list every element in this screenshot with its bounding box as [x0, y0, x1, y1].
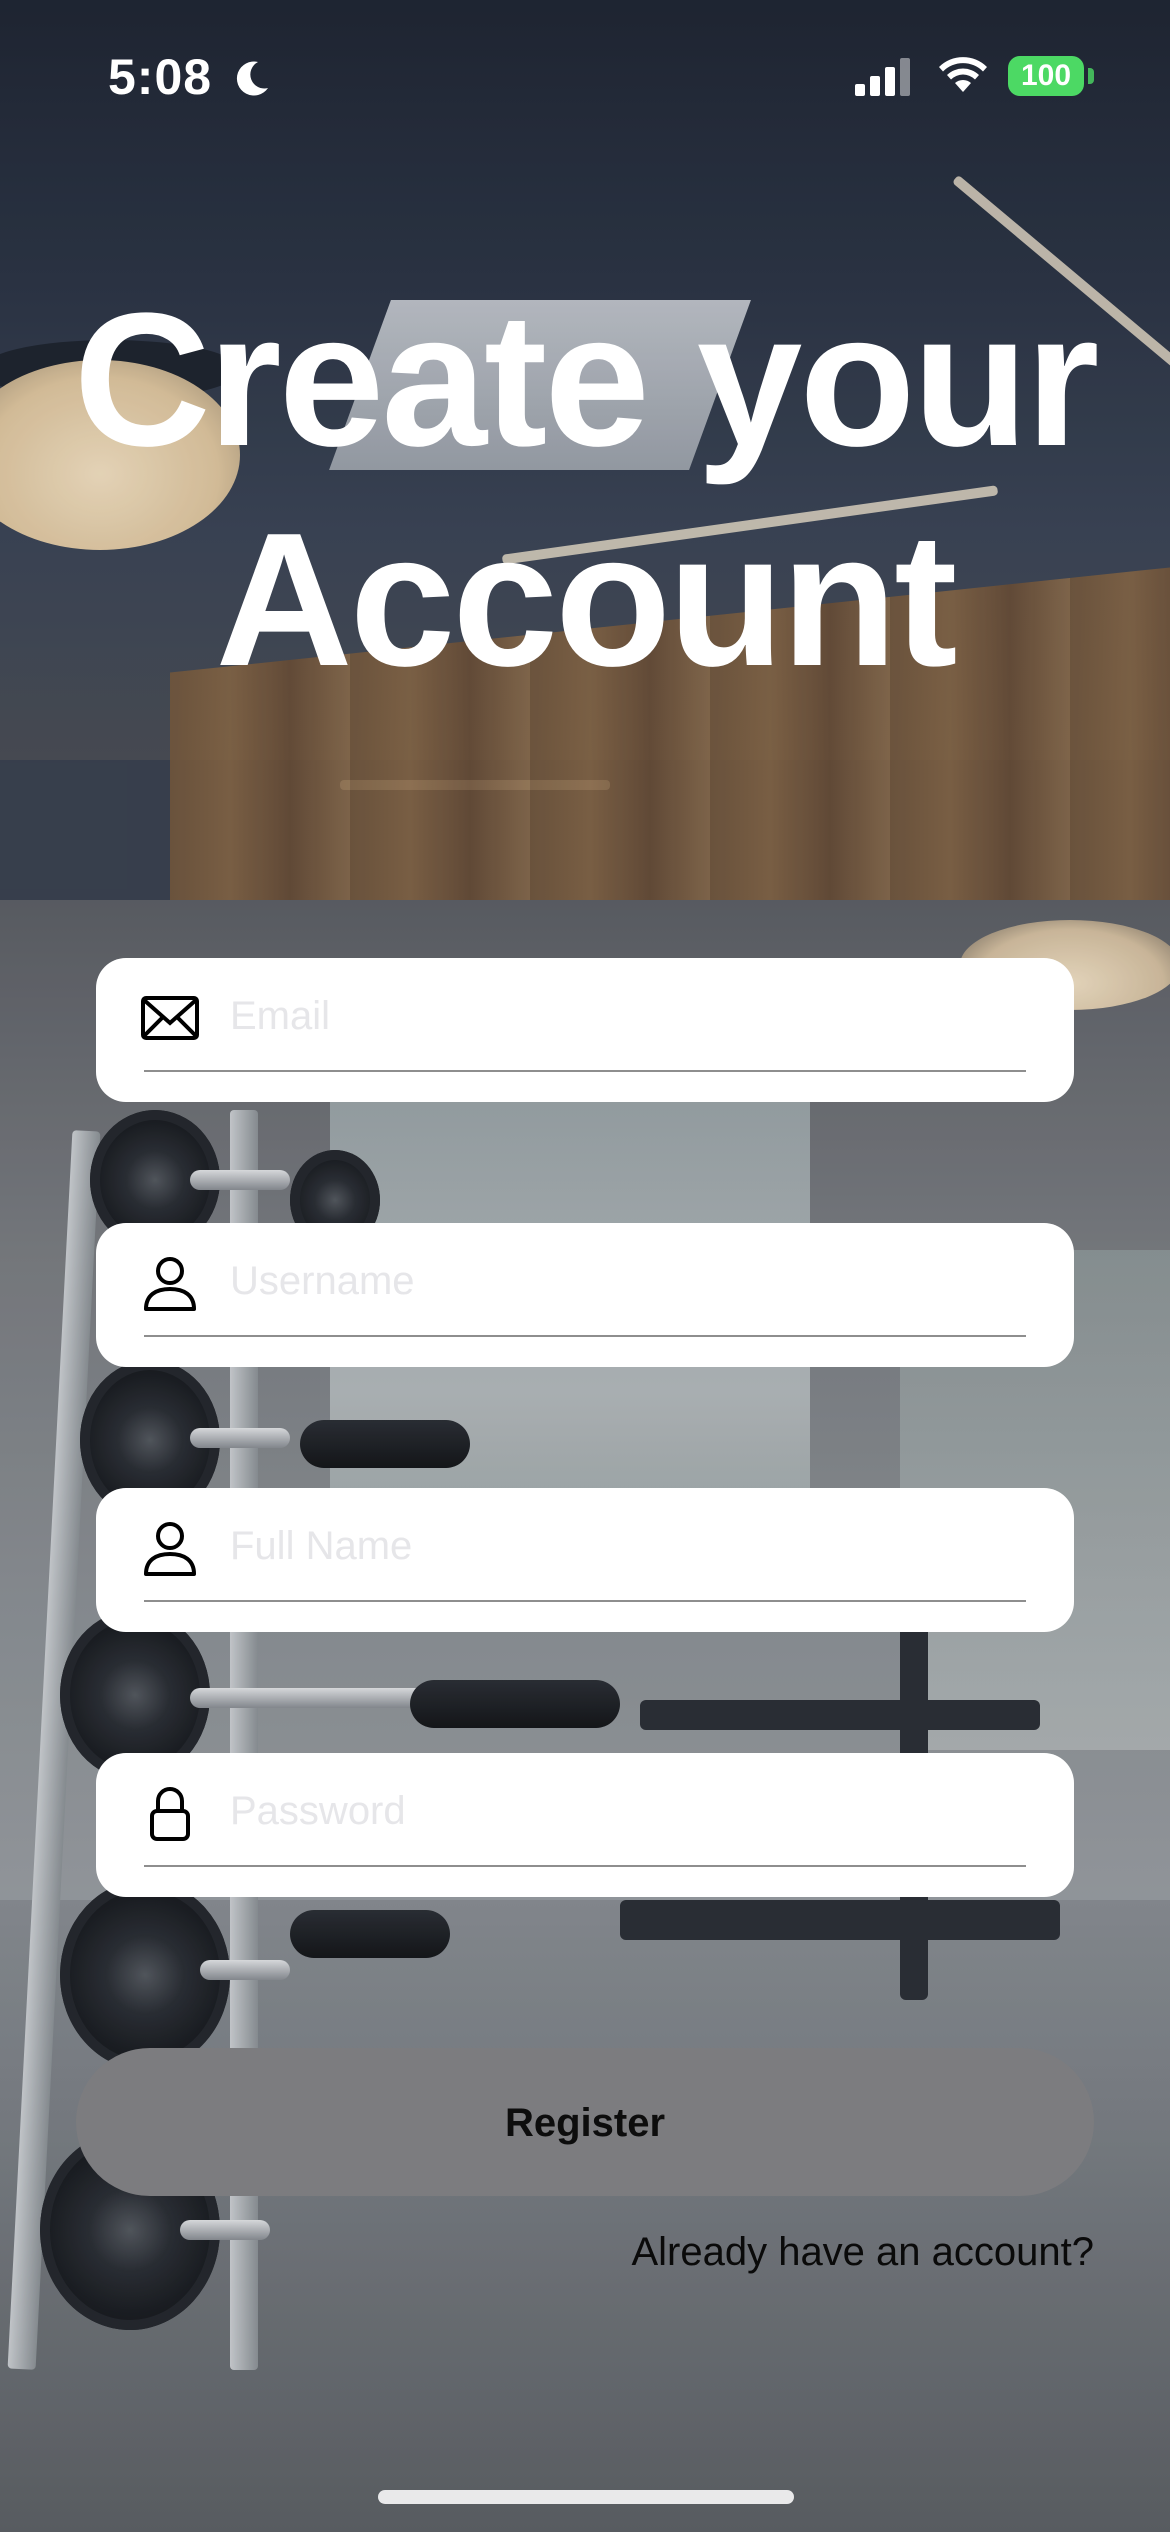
person-icon — [144, 1522, 196, 1576]
person-icon — [144, 1257, 196, 1311]
envelope-icon — [141, 996, 199, 1040]
email-underline — [144, 1070, 1026, 1072]
register-button[interactable]: Register — [76, 2048, 1094, 2196]
username-underline — [144, 1335, 1026, 1337]
wifi-icon — [939, 57, 987, 92]
battery-cap — [1088, 68, 1094, 84]
title-line-1: Create your — [73, 274, 1100, 486]
full-name-underline — [144, 1600, 1026, 1602]
username-input[interactable] — [228, 1245, 1032, 1317]
email-input[interactable] — [228, 980, 1032, 1052]
password-field[interactable] — [96, 1753, 1074, 1897]
lock-icon — [150, 1787, 190, 1841]
status-time: 5:08 — [108, 49, 213, 105]
password-input[interactable] — [228, 1775, 1032, 1847]
battery-icon: 100 — [1008, 56, 1084, 96]
full-name-input[interactable] — [228, 1510, 1032, 1582]
password-underline — [144, 1865, 1026, 1867]
title-line-2: Account — [215, 494, 958, 706]
home-indicator[interactable] — [378, 2490, 794, 2504]
page-title: Create your Account — [0, 270, 1170, 710]
email-field[interactable] — [96, 958, 1074, 1102]
already-have-account-link[interactable]: Already have an account? — [631, 2230, 1094, 2275]
full-name-field[interactable] — [96, 1488, 1074, 1632]
moon-icon — [236, 61, 268, 96]
signal-icon — [855, 58, 910, 96]
battery-level: 100 — [1020, 59, 1072, 92]
username-field[interactable] — [96, 1223, 1074, 1367]
status-bar: 5:08 100 — [0, 0, 1170, 150]
